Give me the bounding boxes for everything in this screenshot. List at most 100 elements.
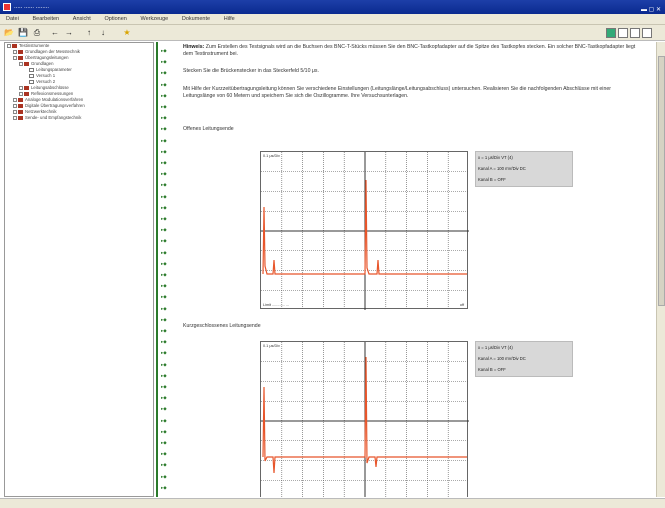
page-marker-icon: ▸◆: [161, 384, 167, 389]
menu-bearbeiten[interactable]: Bearbeiten: [27, 14, 66, 25]
page-marker-column: ▸◆ ▸◆ ▸◆ ▸◆ ▸◆ ▸◆ ▸◆ ▸◆ ▸◆ ▸◆ ▸◆ ▸◆ ▸◆ ▸◆ ▸◆ ▸◆ ▸◆ ▸◆ ▸◆ ▸◆…: [156, 42, 180, 497]
page-marker-icon: ▸◆: [161, 126, 167, 132]
book-icon: [24, 86, 29, 90]
menu-optionen[interactable]: Optionen: [99, 14, 133, 25]
page-marker-icon: ▸◆: [161, 70, 167, 76]
page-marker-icon: ▸◆: [161, 59, 167, 65]
instruction-paragraph: Mit Hilfe der Kurzzeitübertragungsleitun…: [183, 86, 611, 99]
page-marker-icon: ▸◆: [161, 48, 167, 53]
page-marker-icon: ▸◆: [161, 350, 167, 356]
page-marker-icon: ▸◆: [161, 372, 167, 378]
title-bar: ..... ...... ........ ▬ ▢ ✕: [0, 0, 665, 14]
page-marker-icon: ▸◆: [161, 305, 167, 311]
scrollbar-thumb[interactable]: [658, 56, 665, 306]
book-icon: [12, 44, 17, 48]
page-icon: [29, 74, 34, 78]
page-marker-icon: ▸◆: [161, 473, 167, 479]
menu-bar: Datei Bearbeiten Ansicht Optionen Werkze…: [0, 14, 665, 25]
window-title: ..... ...... ........: [14, 4, 50, 10]
page-marker-icon: ▸◆: [161, 428, 167, 434]
panel-channel-b: Kanal B = OFF: [478, 367, 506, 372]
book-icon: [18, 116, 23, 120]
page-marker-icon: ▸◆: [161, 361, 167, 367]
book-icon: [18, 56, 23, 60]
navigation-tree[interactable]: Testinstrumente Grundlagen der Messtechn…: [4, 42, 154, 497]
scope-settings-panel-short: x = 1 μs/Div VT (4) Kanal A = 100 mV/Div…: [475, 341, 573, 377]
page-marker-icon: ▸◆: [161, 440, 167, 445]
scope-settings-panel-open: x = 1 μs/Div VT (4) Kanal A = 100 mV/Div…: [475, 151, 573, 187]
page-marker-icon: ▸◆: [161, 227, 167, 233]
menu-datei[interactable]: Datei: [0, 14, 25, 25]
page-marker-icon: ▸◆: [161, 328, 167, 333]
tree-item[interactable]: Sende- und Empfangstechnik: [5, 115, 153, 121]
page-marker-icon: ▸◆: [161, 462, 167, 468]
print-icon[interactable]: ⎙: [32, 28, 42, 38]
page-marker-icon: ▸◆: [161, 294, 167, 300]
book-icon: [18, 98, 23, 102]
book-icon: [18, 104, 23, 108]
page-marker-icon: ▸◆: [161, 484, 167, 490]
page-marker-icon: ▸◆: [161, 283, 167, 289]
page-marker-icon: ▸◆: [161, 260, 167, 266]
status-bar: [0, 498, 665, 508]
page-marker-icon: ▸◆: [161, 451, 167, 457]
menu-ansicht[interactable]: Ansicht: [67, 14, 97, 25]
open-icon[interactable]: 📂: [4, 28, 14, 38]
toolbar: 📂 💾 ⎙ ← → ↑ ↓ ★: [0, 25, 665, 41]
window-icon[interactable]: [630, 28, 640, 38]
page-marker-icon: ▸◆: [161, 395, 167, 401]
page-marker-icon: ▸◆: [161, 104, 167, 109]
panel-channel-b: Kanal B = OFF: [478, 177, 506, 182]
bookmark-icon[interactable]: ★: [122, 28, 132, 38]
down-icon[interactable]: ↓: [98, 28, 108, 38]
page-marker-icon: ▸◆: [161, 81, 167, 87]
layout-icon[interactable]: [618, 28, 628, 38]
page-marker-icon: ▸◆: [161, 92, 167, 98]
scope-grid-short: [261, 342, 469, 497]
book-icon: [24, 92, 29, 96]
page-marker-icon: ▸◆: [161, 182, 167, 188]
page-marker-icon: ▸◆: [161, 316, 167, 322]
scope-timebase-label: 0.1 μs/Div: [263, 344, 280, 348]
page-marker-icon: ▸◆: [161, 406, 167, 412]
page-marker-icon: ▸◆: [161, 417, 167, 423]
menu-hilfe[interactable]: Hilfe: [218, 14, 241, 25]
page-marker-icon: ▸◆: [161, 204, 167, 210]
scope-grid-open: [261, 152, 469, 310]
vertical-scrollbar[interactable]: [656, 42, 665, 497]
app-icon: [3, 3, 11, 11]
menu-dokumente[interactable]: Dokumente: [176, 14, 216, 25]
page-marker-icon: ▸◆: [161, 238, 167, 244]
page-marker-icon: ▸◆: [161, 171, 167, 177]
panel-channel-a: Kanal A = 100 mV/Div DC: [478, 356, 526, 361]
page-icon: [29, 80, 34, 84]
scope-limit-label: Limit ............ ...: [263, 303, 289, 307]
page-icon: [29, 68, 34, 72]
page-marker-icon: ▸◆: [161, 160, 167, 165]
book-icon: [18, 50, 23, 54]
oscilloscope-display-short: 0.1 μs/Div: [260, 341, 469, 497]
hint-paragraph: Hinweis: Zum Erstellen des Testsignals w…: [183, 44, 636, 57]
page-marker-icon: ▸◆: [161, 115, 167, 121]
book-icon: [18, 110, 23, 114]
panel-channel-a: Kanal A = 100 mV/Div DC: [478, 166, 526, 171]
oscilloscope-display-open: 0.1 μs/Div Limit ............ ... off: [260, 151, 469, 310]
page-marker-icon: ▸◆: [161, 216, 167, 221]
back-icon[interactable]: ←: [50, 28, 60, 38]
panel-timebase: x = 1 μs/Div VT (4): [478, 155, 513, 160]
step-text: Stecken Sie die Brückenstecker in das St…: [183, 68, 319, 74]
view-icon[interactable]: [606, 28, 616, 38]
section-heading-short: Kurzgeschlossenes Leitungsende: [183, 323, 261, 329]
save-icon[interactable]: 💾: [18, 28, 28, 38]
page-marker-icon: ▸◆: [161, 272, 167, 277]
forward-icon[interactable]: →: [64, 28, 74, 38]
panel-timebase: x = 1 μs/Div VT (4): [478, 345, 513, 350]
menu-werkzeuge[interactable]: Werkzeuge: [135, 14, 175, 25]
tile-icon[interactable]: [642, 28, 652, 38]
scope-timebase-label: 0.1 μs/Div: [263, 154, 280, 158]
section-heading-open: Offenes Leitungsende: [183, 126, 234, 132]
document-content: Hinweis: Zum Erstellen des Testsignals w…: [183, 44, 653, 497]
page-marker-icon: ▸◆: [161, 249, 167, 255]
book-icon: [24, 62, 29, 66]
up-icon[interactable]: ↑: [84, 28, 94, 38]
